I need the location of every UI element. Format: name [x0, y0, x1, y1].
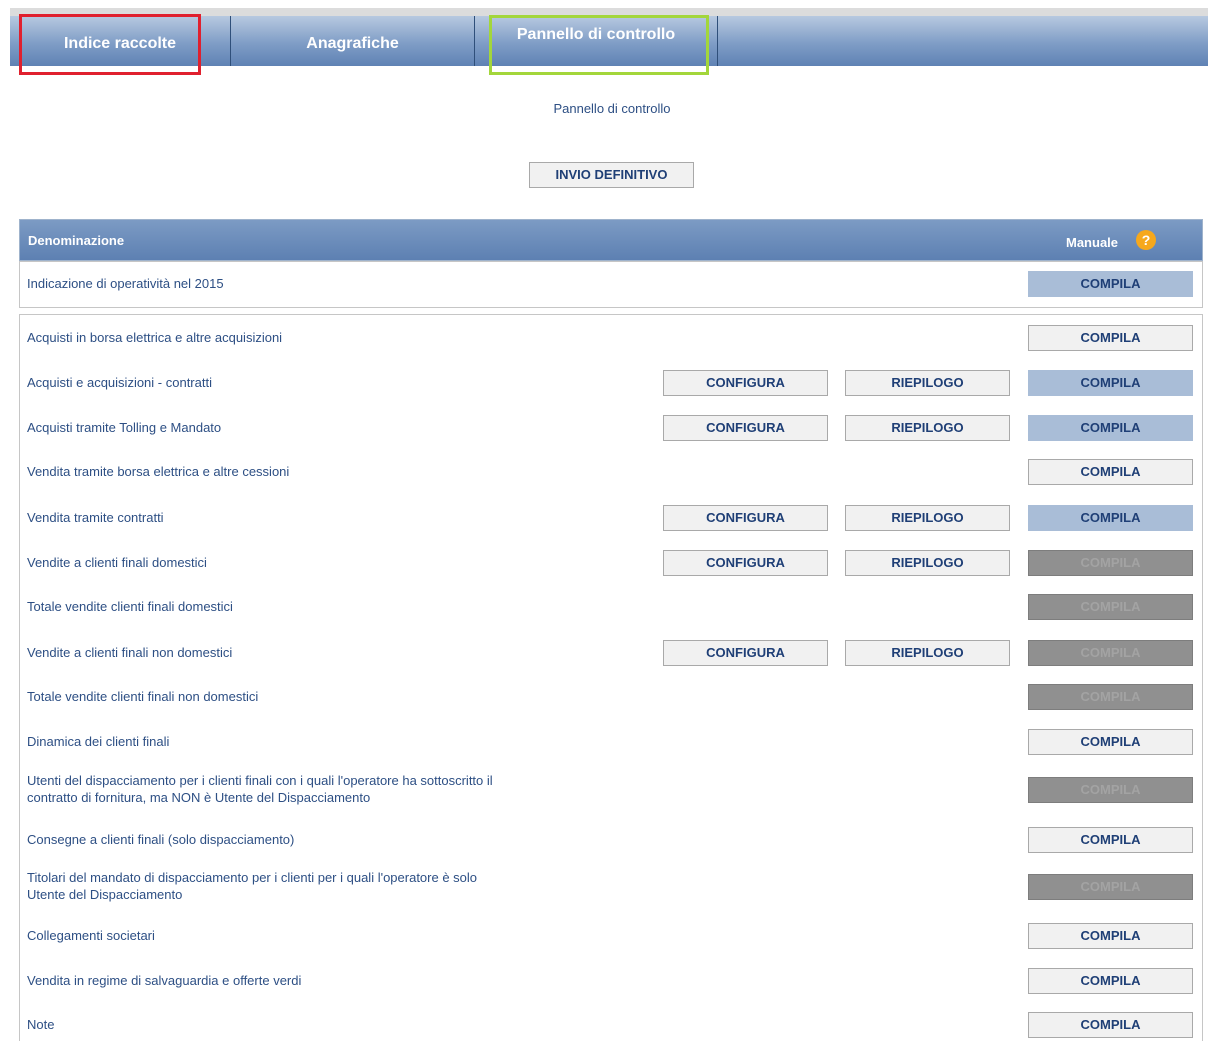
compila-button[interactable]: COMPILA — [1028, 271, 1193, 297]
row-label: Note — [27, 1017, 55, 1032]
column-header-denominazione: Denominazione — [28, 233, 125, 248]
configura-button[interactable]: CONFIGURA — [663, 640, 828, 666]
compila-button[interactable]: COMPILA — [1028, 968, 1193, 994]
compila-button: COMPILA — [1028, 874, 1193, 900]
row-label: Consegne a clienti finali (solo dispacci… — [27, 832, 295, 847]
row-label: Dinamica dei clienti finali — [27, 734, 170, 749]
riepilogo-button[interactable]: RIEPILOGO — [845, 640, 1010, 666]
row-label: Totale vendite clienti finali domestici — [27, 599, 233, 614]
compila-button[interactable]: COMPILA — [1028, 459, 1193, 485]
row-label: Utenti del dispacciamento per i clienti … — [27, 773, 493, 805]
nav-divider — [717, 16, 718, 66]
help-icon[interactable]: ? — [1136, 230, 1156, 250]
compila-button: COMPILA — [1028, 594, 1193, 620]
row-label: Vendite a clienti finali non domestici — [27, 645, 233, 660]
row-label: Acquisti in borsa elettrica e altre acqu… — [27, 330, 283, 345]
row-label: Collegamenti societari — [27, 928, 155, 943]
row-label: Vendita tramite borsa elettrica e altre … — [27, 464, 290, 479]
row-label: Indicazione di operatività nel 2015 — [27, 276, 224, 291]
compila-button[interactable]: COMPILA — [1028, 415, 1193, 441]
compila-button[interactable]: COMPILA — [1028, 729, 1193, 755]
riepilogo-button[interactable]: RIEPILOGO — [845, 505, 1010, 531]
row-label: Titolari del mandato di dispacciamento p… — [27, 870, 478, 902]
invio-definitivo-button[interactable]: INVIO DEFINITIVO — [529, 162, 694, 188]
row-label: Vendite a clienti finali domestici — [27, 555, 207, 570]
riepilogo-button[interactable]: RIEPILOGO — [845, 370, 1010, 396]
compila-button[interactable]: COMPILA — [1028, 370, 1193, 396]
compila-button: COMPILA — [1028, 777, 1193, 803]
row-label: Acquisti e acquisizioni - contratti — [27, 375, 212, 390]
compila-button[interactable]: COMPILA — [1028, 923, 1193, 949]
configura-button[interactable]: CONFIGURA — [663, 550, 828, 576]
row-label: Vendita tramite contratti — [27, 510, 164, 525]
tab-anagrafiche[interactable]: Anagrafiche — [231, 16, 474, 66]
compila-button[interactable]: COMPILA — [1028, 325, 1193, 351]
configura-button[interactable]: CONFIGURA — [663, 370, 828, 396]
table-header: Denominazione Manuale ? — [19, 219, 1203, 261]
riepilogo-button[interactable]: RIEPILOGO — [845, 415, 1010, 441]
row-label: Totale vendite clienti finali non domest… — [27, 689, 259, 704]
compila-button: COMPILA — [1028, 684, 1193, 710]
configura-button[interactable]: CONFIGURA — [663, 415, 828, 441]
compila-button[interactable]: COMPILA — [1028, 505, 1193, 531]
compila-button: COMPILA — [1028, 640, 1193, 666]
riepilogo-button[interactable]: RIEPILOGO — [845, 550, 1010, 576]
row-label: Vendita in regime di salvaguardia e offe… — [27, 973, 302, 988]
highlight-box-green — [489, 15, 709, 75]
compila-button[interactable]: COMPILA — [1028, 1012, 1193, 1038]
column-header-manuale: Manuale — [1066, 235, 1119, 250]
configura-button[interactable]: CONFIGURA — [663, 505, 828, 531]
page-title: Pannello di controllo — [553, 101, 671, 116]
highlight-box-red — [19, 14, 201, 75]
compila-button: COMPILA — [1028, 550, 1193, 576]
row-label: Acquisti tramite Tolling e Mandato — [27, 420, 222, 435]
compila-button[interactable]: COMPILA — [1028, 827, 1193, 853]
